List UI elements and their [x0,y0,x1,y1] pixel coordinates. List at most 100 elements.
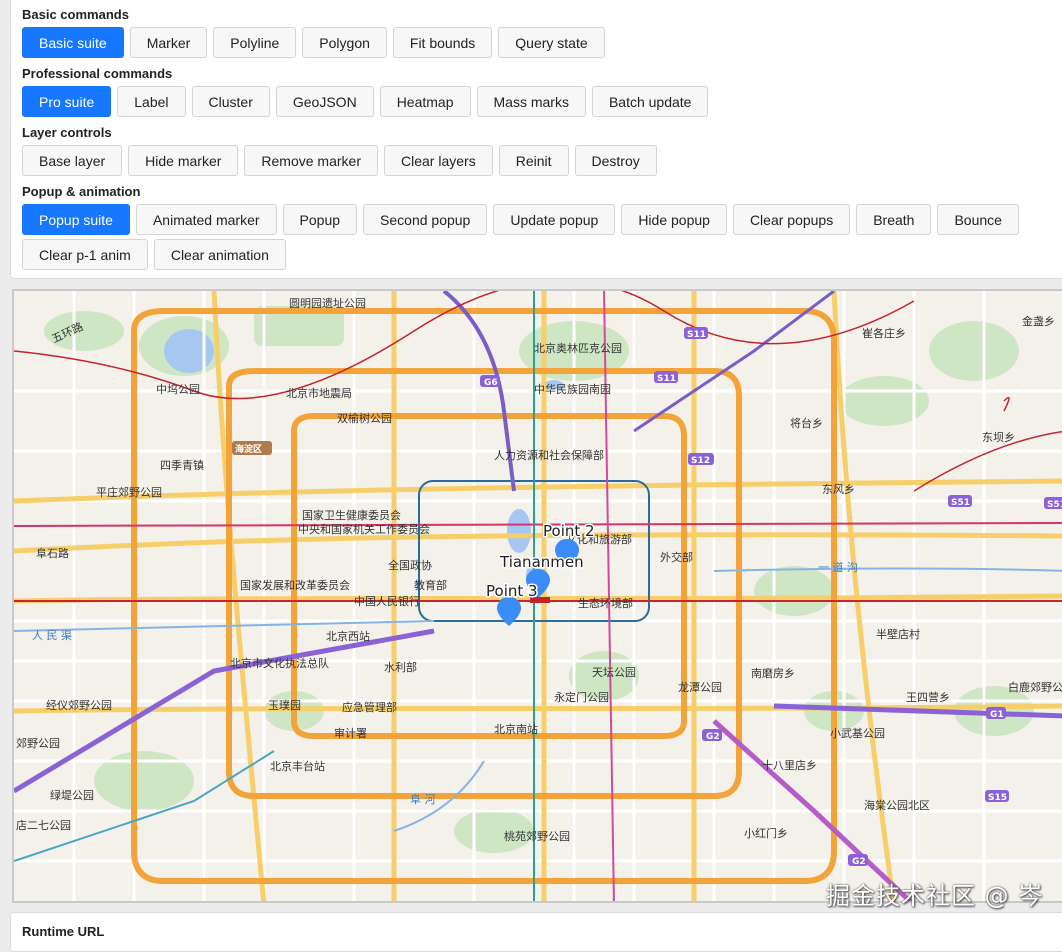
map-label-cuige: 崔各庄乡 [862,326,906,340]
map-label-shibalidian: 十八里店乡 [762,758,817,772]
basic-commands-title: Basic commands [22,7,129,22]
map-label-west-station: 北京西站 [326,629,370,643]
map-label-jingyi: 经仪郊野公园 [46,699,112,712]
base-layer-button[interactable]: Base layer [22,145,123,176]
map-label-taoyuan: 桃苑郊野公园 [504,829,570,843]
map-label-renmin-canal: 人 民 渠 [32,629,72,642]
tiananmen-label: Tiananmen [499,553,584,571]
map-label-cppcc: 全国政协 [388,558,432,572]
clear-layers-button[interactable]: Clear layers [384,145,493,176]
clear-p1-anim-button[interactable]: Clear p-1 anim [22,239,148,270]
popup-suite-button[interactable]: Popup suite [22,204,130,235]
breath-button[interactable]: Breath [856,204,932,235]
map-label-health: 国家卫生健康委员会 [302,508,401,522]
animated-marker-button[interactable]: Animated marker [135,204,277,235]
geojson-button[interactable]: GeoJSON [275,86,374,117]
map-label-ecology: 生态环境部 [578,596,633,610]
map-label-tiantan: 天坛公园 [592,666,636,679]
hide-popup-button[interactable]: Hide popup [621,204,727,235]
map-label-education: 教育部 [414,578,447,592]
label-button[interactable]: Label [117,86,186,117]
map-label-emergency: 应急管理部 [342,700,397,714]
map-label-yupu: 玉璞园 [268,699,301,712]
map-label-lvdi: 绿堤公园 [50,788,94,802]
shield-s51-b: S51 [1047,500,1062,510]
popup-button[interactable]: Popup [282,204,358,235]
shield-g6: G6 [484,378,498,388]
map-label-shuangyushu: 双榆树公园 [337,411,392,425]
map-label-hr-ministry: 人力资源和社会保障部 [494,448,604,462]
shield-s15: S15 [988,793,1007,803]
map-label-yidao-gou: 一 道 沟 [818,560,858,574]
shield-s12: S12 [691,456,710,466]
map-label-haitang: 海棠公园北区 [864,798,930,812]
map-label-banbidian: 半壁店村 [876,627,920,641]
map-container[interactable]: S11 S11 G6 S12 S51 S51 G2 G2 G1 S15 海淀区 … [12,289,1062,903]
map-label-dongfeng: 东风乡 [822,483,855,496]
map-label-jiaoye: 郊野公园 [16,737,60,750]
cluster-button[interactable]: Cluster [191,86,270,117]
map-label-xiaohongmen: 小红门乡 [744,826,788,840]
hide-marker-button[interactable]: Hide marker [128,145,239,176]
map-label-culture-law: 北京市文化执法总队 [230,656,329,670]
map-label-pboc: 中国人民银行 [354,594,420,608]
second-popup-button[interactable]: Second popup [363,204,488,235]
professional-commands-title: Professional commands [22,66,173,81]
map-label-zhongwu: 中坞公园 [156,382,200,396]
map-label-fushi: 阜石路 [36,547,69,560]
professional-commands-row: Pro suite Label Cluster GeoJSON Heatmap … [22,86,709,117]
popup-animation-title: Popup & animation [22,184,141,199]
district-badge: 海淀区 [235,443,262,455]
point-3-label: Point 3 [486,582,538,600]
pro-suite-button[interactable]: Pro suite [22,86,112,117]
update-popup-button[interactable]: Update popup [493,204,616,235]
map-label-jiangtai: 将台乡 [790,416,823,430]
map-canvas[interactable]: S11 S11 G6 S12 S51 S51 G2 G2 G1 S15 海淀区 … [14,291,1062,903]
shield-g2-b: G2 [852,857,866,867]
map-label-fengtai: 北京丰台站 [270,759,325,773]
map-label-yongdingmen: 永定门公园 [554,690,609,704]
layer-controls-title: Layer controls [22,125,112,140]
clear-popups-button[interactable]: Clear popups [732,204,851,235]
shield-g1: G1 [990,710,1004,720]
runtime-url-title: Runtime URL [22,924,105,939]
reinit-button[interactable]: Reinit [498,145,569,176]
marker-button[interactable]: Marker [129,27,208,58]
control-panel: Basic commands Basic suite Marker Polyli… [10,0,1062,279]
map-label-bailu: 白鹿郊野公园 [1008,680,1062,694]
polyline-button[interactable]: Polyline [213,27,297,58]
map-label-nanmofang: 南磨房乡 [751,667,795,680]
bounce-button[interactable]: Bounce [937,204,1019,235]
map-label-olympic-park: 北京奥林匹克公园 [534,341,622,355]
map-label-sijiqing: 四季青镇 [160,458,204,472]
clear-animation-button[interactable]: Clear animation [153,239,286,270]
map-label-dian27: 店二七公园 [16,818,71,832]
shield-s11: S11 [657,374,676,384]
map-label-zhonghua: 中华民族园南园 [534,382,611,396]
polygon-button[interactable]: Polygon [302,27,387,58]
map-label-dongba: 东坝乡 [982,430,1015,444]
basic-commands-row: Basic suite Marker Polyline Polygon Fit … [22,27,605,58]
map-label-pingzhuang: 平庄郊野公园 [96,485,162,499]
remove-marker-button[interactable]: Remove marker [244,145,378,176]
mass-marks-button[interactable]: Mass marks [476,86,586,117]
layer-controls-row: Base layer Hide marker Remove marker Cle… [22,145,657,176]
point-2-label: Point 2 [543,522,595,540]
destroy-button[interactable]: Destroy [574,145,657,176]
map-label-foreign: 外交部 [660,550,693,564]
batch-update-button[interactable]: Batch update [591,86,709,117]
watermark: 掘金技术社区 @ 岑 [826,882,1044,910]
map-label-audit: 审计署 [334,726,367,740]
fit-bounds-button[interactable]: Fit bounds [392,27,493,58]
shield-s11-top: S11 [687,330,706,340]
basic-suite-button[interactable]: Basic suite [22,27,124,58]
runtime-url-panel: Runtime URL [10,912,1062,952]
popup-animation-row: Popup suite Animated marker Popup Second… [22,204,1062,270]
map-label-water: 水利部 [384,660,417,674]
map-label-seismo: 北京市地震局 [286,386,352,400]
map-label-central: 中央和国家机关工作委员会 [298,522,430,536]
map-label-longtan: 龙潭公园 [678,681,722,694]
query-state-button[interactable]: Query state [498,27,605,58]
heatmap-button[interactable]: Heatmap [379,86,471,117]
map-label-wangsiying: 王四营乡 [906,690,950,704]
